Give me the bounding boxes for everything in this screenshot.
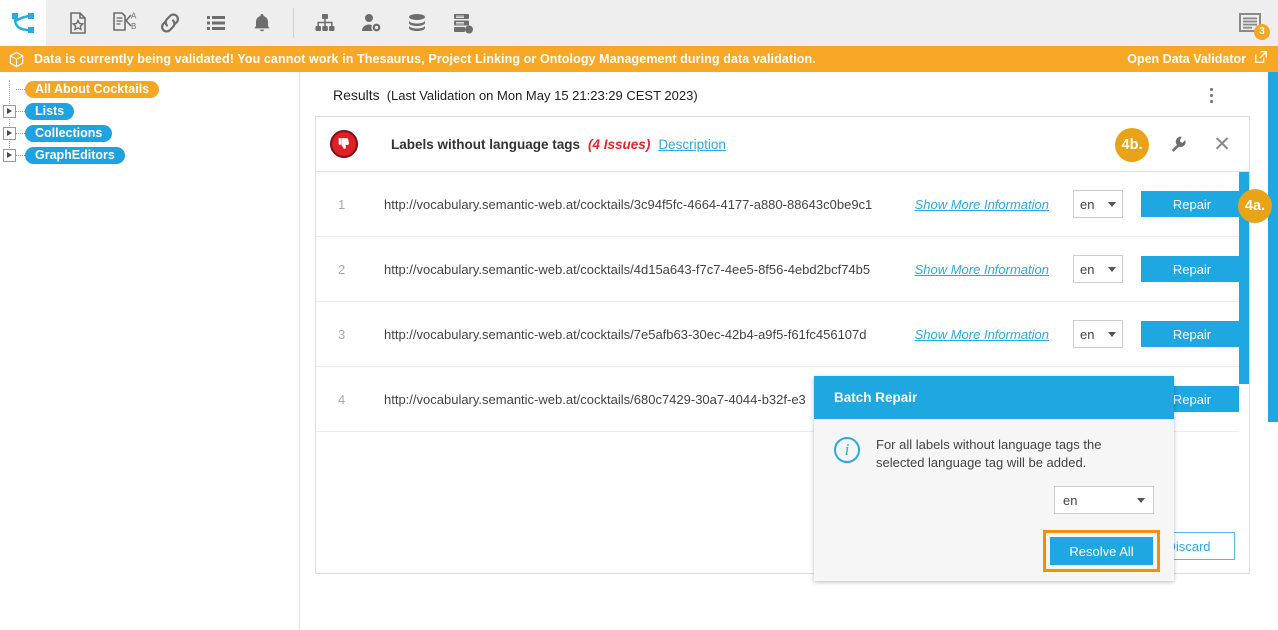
sidebar-item-lists[interactable]: Lists — [0, 100, 299, 122]
sidebar-item-label: Collections — [25, 124, 113, 142]
close-icon[interactable]: ✕ — [1195, 117, 1249, 171]
row-number: 2 — [338, 261, 346, 277]
repair-button[interactable]: Repair — [1141, 256, 1243, 282]
resolve-all-button[interactable]: Resolve All — [1050, 537, 1153, 565]
tree-connector — [16, 154, 25, 156]
row-uri: http://vocabulary.semantic-web.at/cockta… — [384, 196, 873, 212]
results-title: Results — [333, 87, 380, 103]
concept-tree-sidebar: All About Cocktails Lists Collections Gr… — [0, 72, 300, 630]
link-icon[interactable] — [147, 0, 193, 46]
open-data-validator-link[interactable]: Open Data Validator — [1127, 50, 1268, 69]
expand-toggle-icon[interactable] — [3, 148, 16, 162]
batch-language-select[interactable]: en — [1054, 486, 1154, 514]
callout-badge-4b: 4b. — [1115, 128, 1149, 162]
cube-icon — [8, 51, 25, 68]
batch-repair-message: For all labels without language tags the… — [876, 437, 1102, 470]
chevron-down-icon — [1108, 331, 1116, 337]
show-more-information-link[interactable]: Show More Information — [884, 262, 1049, 277]
issue-card-title: Labels without language tags — [391, 136, 581, 152]
results-subtitle: (Last Validation on Mon May 15 21:23:29 … — [386, 87, 698, 103]
issue-card-header: Labels without language tags (4 Issues) … — [316, 117, 1249, 172]
language-select[interactable]: en — [1073, 255, 1123, 283]
sidebar-item-label: All About Cocktails — [25, 80, 160, 98]
console-badge: 3 — [1254, 24, 1270, 40]
language-select-value: en — [1080, 326, 1095, 342]
sidebar-item-collections[interactable]: Collections — [0, 122, 299, 144]
top-toolbar: A B 3 — [0, 0, 1278, 46]
description-link[interactable]: Description — [658, 137, 726, 152]
tree-connector — [16, 88, 25, 90]
batch-repair-language-row: en — [814, 486, 1174, 514]
language-select[interactable]: en — [1073, 320, 1123, 348]
home-graph-icon[interactable] — [0, 0, 46, 46]
row-number: 3 — [338, 326, 346, 342]
svg-text:B: B — [131, 22, 136, 31]
sidebar-item-label: Lists — [25, 102, 75, 120]
console-icon[interactable]: 3 — [1222, 0, 1278, 46]
batch-repair-dialog-body: i For all labels without language tags t… — [814, 419, 1174, 472]
language-select[interactable]: en — [1073, 190, 1123, 218]
row-uri: http://vocabulary.semantic-web.at/cockta… — [384, 391, 806, 407]
row-number: 1 — [338, 196, 346, 212]
page-scrollbar-thumb[interactable] — [1268, 72, 1278, 422]
callout-badge-4a: 4a. — [1238, 189, 1272, 223]
results-header: Results (Last Validation on Mon May 15 2… — [301, 72, 1278, 104]
external-link-icon — [1254, 50, 1268, 69]
show-more-information-link[interactable]: Show More Information — [884, 197, 1049, 212]
row-uri: http://vocabulary.semantic-web.at/cockta… — [384, 261, 871, 277]
row-uri: http://vocabulary.semantic-web.at/cockta… — [384, 326, 867, 342]
tree-toggle-placeholder — [3, 83, 16, 96]
tree-connector — [16, 132, 25, 134]
repair-button[interactable]: Repair — [1141, 191, 1243, 217]
info-icon: i — [834, 437, 860, 463]
toolbar-divider — [293, 8, 294, 38]
table-row: 1 http://vocabulary.semantic-web.at/cock… — [316, 172, 1249, 237]
sidebar-item-label: GraphEditors — [25, 146, 125, 164]
wrench-icon[interactable] — [1161, 117, 1195, 171]
document-translate-icon[interactable]: A B — [101, 0, 147, 46]
row-number: 4 — [338, 391, 346, 407]
tree-connector — [16, 110, 25, 112]
user-settings-icon[interactable] — [348, 0, 394, 46]
list-icon[interactable] — [193, 0, 239, 46]
chevron-down-icon — [1108, 266, 1116, 272]
table-row: 2 http://vocabulary.semantic-web.at/cock… — [316, 237, 1249, 302]
expand-toggle-icon[interactable] — [3, 104, 16, 118]
sidebar-item-all-about-cocktails[interactable]: All About Cocktails — [0, 78, 299, 100]
chevron-down-icon — [1108, 201, 1116, 207]
batch-repair-dialog-header: Batch Repair — [814, 376, 1174, 419]
issue-card-actions: ✕ — [1161, 117, 1249, 171]
expand-toggle-icon[interactable] — [3, 126, 16, 140]
language-select-value: en — [1080, 261, 1095, 277]
bell-icon[interactable] — [239, 0, 285, 46]
language-select-value: en — [1080, 196, 1095, 212]
document-star-icon[interactable] — [55, 0, 101, 46]
issue-count: (4 Issues) — [588, 136, 651, 152]
database-icon[interactable] — [394, 0, 440, 46]
hierarchy-icon[interactable] — [302, 0, 348, 46]
warning-message: Data is currently being validated! You c… — [34, 52, 816, 66]
server-cloud-icon[interactable] — [440, 0, 486, 46]
page-scrollbar[interactable] — [1268, 72, 1278, 630]
kebab-menu-icon[interactable] — [1200, 83, 1222, 107]
repair-button[interactable]: Repair — [1141, 321, 1243, 347]
batch-repair-dialog: Batch Repair i For all labels without la… — [814, 376, 1174, 581]
thumbs-down-icon — [330, 130, 358, 158]
issue-rows-scrollbar[interactable] — [1239, 172, 1249, 520]
resolve-all-highlight: Resolve All — [1043, 530, 1160, 572]
open-data-validator-label: Open Data Validator — [1127, 52, 1246, 66]
batch-repair-dialog-title: Batch Repair — [834, 390, 918, 405]
batch-language-select-value: en — [1063, 492, 1078, 508]
validation-warning-bar: Data is currently being validated! You c… — [0, 46, 1278, 72]
table-row: 3 http://vocabulary.semantic-web.at/cock… — [316, 302, 1249, 367]
show-more-information-link[interactable]: Show More Information — [884, 327, 1049, 342]
sidebar-item-grapheditors[interactable]: GraphEditors — [0, 144, 299, 166]
chevron-down-icon — [1137, 497, 1145, 503]
svg-text:A: A — [131, 12, 137, 21]
